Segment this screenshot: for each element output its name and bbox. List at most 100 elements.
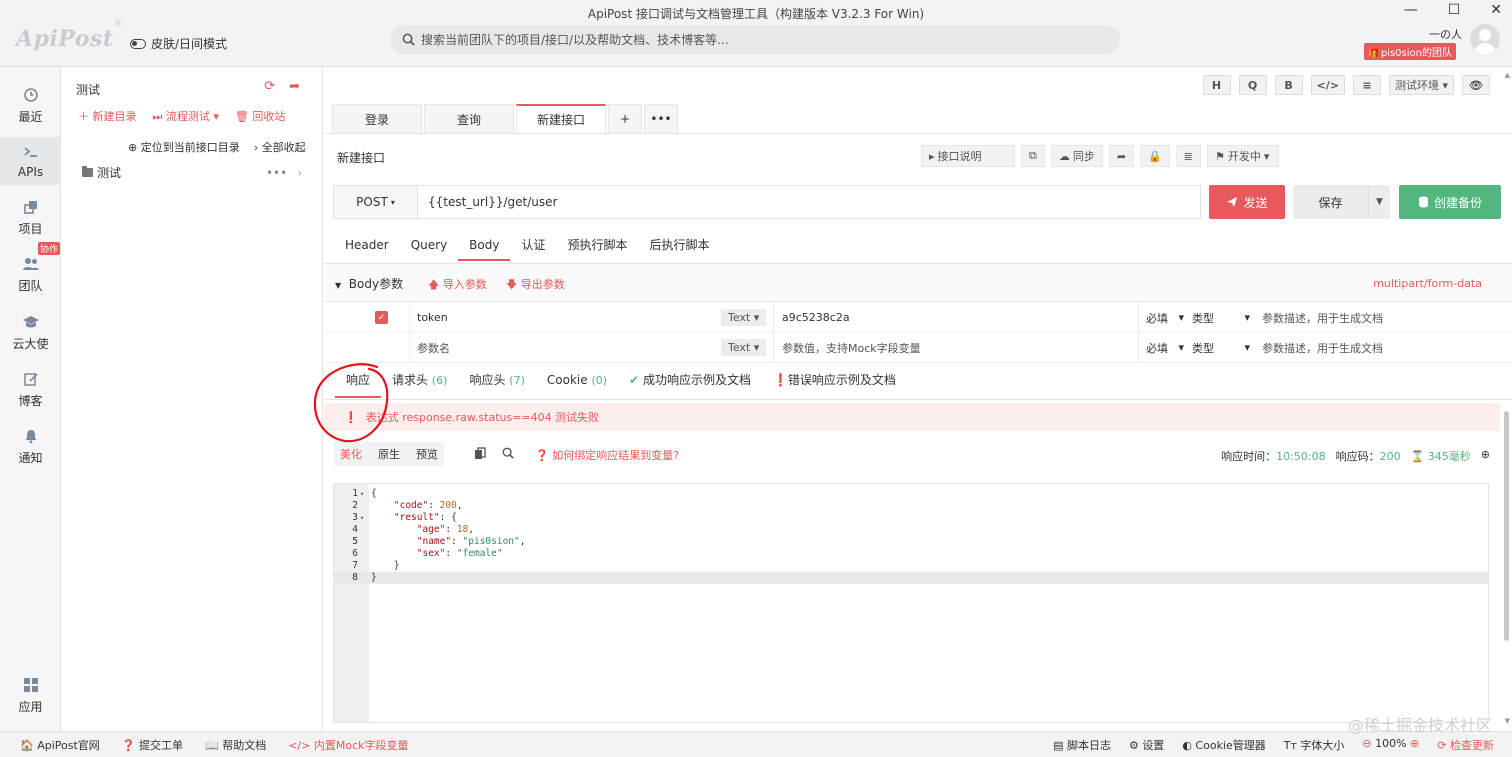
nav-team[interactable]: 协作 团队 [0, 242, 61, 294]
theme-toggle[interactable]: 皮肤/日间模式 [130, 35, 227, 52]
zoom-control[interactable]: ⊖ 100% ⊕ [1362, 737, 1419, 753]
nav-apis[interactable]: APIs [0, 137, 61, 185]
param-vtype-select[interactable]: 类型 ▾ [1192, 333, 1250, 362]
scroll-up-icon[interactable]: ▲ [1505, 71, 1510, 79]
header-tool-button[interactable]: H [1202, 75, 1231, 95]
import-params-button[interactable]: 🡅 导入参数 [428, 276, 487, 295]
cookie-manager-button[interactable]: ◐ Cookie管理器 [1182, 737, 1265, 753]
website-link[interactable]: 🏠 ApiPost官网 [20, 737, 100, 753]
param-vtype-select[interactable]: 类型 ▾ [1192, 303, 1250, 332]
new-dir-button[interactable]: ＋ 新建目录 [78, 108, 137, 124]
body-params-title[interactable]: ▼ Body参数 [335, 275, 403, 292]
more-tabs-button[interactable]: ••• [644, 104, 678, 133]
lock-icon[interactable]: 🔒 [1140, 145, 1170, 167]
nav-recent[interactable]: 最近 [0, 85, 61, 125]
settings-tool-button[interactable]: ≡ [1352, 75, 1381, 95]
view-pretty[interactable]: 美化 [340, 446, 362, 462]
param-key[interactable]: 参数名 [417, 333, 450, 362]
subtab-post-script[interactable]: 后执行脚本 [639, 229, 721, 261]
minimize-icon[interactable]: — [1404, 2, 1418, 18]
nav-projects[interactable]: 项目 [0, 197, 61, 237]
tab-success-example[interactable]: ✔ 成功响应示例及文档 [618, 364, 762, 398]
bind-variable-help-link[interactable]: ❓ 如何绑定响应结果到变量? [535, 447, 679, 463]
export-params-button[interactable]: 🡇 导出参数 [506, 276, 565, 295]
create-backup-button[interactable]: 创建备份 [1399, 185, 1501, 219]
save-dropdown-icon[interactable]: ▼ [1368, 185, 1390, 219]
chevron-right-icon[interactable]: › [297, 166, 302, 180]
tree-folder[interactable]: 测试 ••• › [82, 164, 302, 181]
team-badge[interactable]: 🎁pis0sion的团队 [1364, 43, 1456, 60]
param-required-select[interactable]: 必填 ▾ [1146, 303, 1184, 332]
close-icon[interactable]: ✕ [1490, 2, 1502, 18]
collapse-all-button[interactable]: › 全部收起 [254, 139, 306, 155]
search-input[interactable] [421, 32, 1081, 47]
download-icon[interactable]: ⊕ [1481, 448, 1490, 464]
scroll-down-icon[interactable]: ▼ [1505, 717, 1510, 725]
param-desc[interactable]: 参数描述，用于生成文档 [1262, 303, 1383, 332]
copy-icon[interactable]: ⧉ [1021, 145, 1045, 167]
tab-new-api[interactable]: 新建接口 [516, 104, 606, 133]
flow-test-button[interactable]: ⏭ 流程测试 ▾ [153, 108, 219, 124]
eye-icon[interactable]: 👁 [1462, 75, 1490, 95]
tab-query[interactable]: 查询 [424, 104, 514, 133]
param-value[interactable]: 参数值，支持Mock字段变量 [782, 333, 921, 362]
view-preview[interactable]: 预览 [416, 446, 438, 462]
avatar[interactable] [1470, 24, 1500, 54]
main-scrollbar[interactable]: ▲ ▼ [1502, 71, 1510, 727]
env-select[interactable]: 测试环境 ▾ [1388, 75, 1454, 95]
nav-ambassador[interactable]: 云大使 [0, 312, 61, 352]
tab-response[interactable]: 响应 [335, 364, 382, 398]
tab-cookie[interactable]: Cookie (0) [536, 364, 618, 398]
locate-button[interactable]: ⊕ 定位到当前接口目录 [128, 139, 240, 155]
param-checkbox[interactable]: ✓ [375, 311, 388, 324]
help-doc-link[interactable]: 📖 帮助文档 [205, 737, 266, 753]
font-size-control[interactable]: Tт 字体大小 [1284, 737, 1345, 753]
search-response-icon[interactable] [502, 447, 514, 459]
sync-button[interactable]: ☁ 同步 [1050, 145, 1103, 167]
tab-request-headers[interactable]: 请求头 (6) [381, 364, 458, 398]
body-tool-button[interactable]: B [1274, 75, 1303, 95]
check-update-button[interactable]: ⟳ 检查更新 [1437, 737, 1494, 753]
refresh-icon[interactable]: ⟳ [264, 79, 275, 94]
param-value[interactable]: a9c5238c2a [782, 303, 850, 332]
subtab-header[interactable]: Header [334, 229, 400, 261]
subtab-pre-script[interactable]: 预执行脚本 [556, 229, 638, 261]
user-area[interactable]: 一の人 🎁pis0sion的团队 [1350, 22, 1500, 62]
subtab-auth[interactable]: 认证 [510, 229, 556, 261]
share-api-icon[interactable]: ➦ [1108, 145, 1135, 167]
code-tool-button[interactable]: </> [1310, 75, 1345, 95]
global-search[interactable] [390, 25, 1120, 54]
subtab-body[interactable]: Body [458, 229, 511, 261]
response-editor[interactable]: 1 ▾{2 "code": 200, 3 ▾ "result": {4 "age": … [333, 483, 1489, 723]
settings-button[interactable]: ⚙ 设置 [1129, 737, 1164, 753]
script-log-button[interactable]: ▤ 脚本日志 [1053, 737, 1111, 753]
api-doc-button[interactable]: ▸ 接口说明 [921, 145, 1015, 167]
nav-blog[interactable]: 博客 [0, 369, 61, 409]
content-type-select[interactable]: multipart/form-data [1373, 277, 1482, 290]
mock-vars-link[interactable]: </> 内置Mock字段变量 [288, 737, 408, 753]
param-desc[interactable]: 参数描述，用于生成文档 [1262, 333, 1383, 362]
method-select[interactable]: POST ▾ [334, 186, 418, 218]
url-input[interactable] [418, 186, 1200, 218]
status-select[interactable]: ⚑ 开发中 ▾ [1207, 145, 1279, 167]
tab-response-headers[interactable]: 响应头 (7) [458, 364, 535, 398]
subtab-query[interactable]: Query [400, 229, 458, 261]
ticket-link[interactable]: ❓ 提交工单 [122, 737, 183, 753]
nav-notify[interactable]: 通知 [0, 426, 61, 466]
param-key[interactable]: token [417, 303, 448, 332]
tab-login[interactable]: 登录 [332, 104, 422, 133]
more-icon[interactable]: ••• [266, 166, 287, 180]
param-type-select[interactable]: Text ▾ [721, 339, 767, 356]
share-icon[interactable]: ➦ [289, 79, 300, 94]
send-button[interactable]: 发送 [1209, 185, 1285, 219]
add-tab-button[interactable]: + [608, 104, 642, 133]
tab-error-example[interactable]: ❗错误响应示例及文档 [762, 364, 907, 398]
nav-apps[interactable]: 应用 [0, 675, 61, 715]
param-type-select[interactable]: Text ▾ [721, 309, 767, 326]
scroll-thumb[interactable] [1504, 411, 1509, 641]
view-raw[interactable]: 原生 [378, 446, 400, 462]
recycle-button[interactable]: 🗑 回收站 [235, 108, 285, 124]
database-icon[interactable]: ≣ [1175, 145, 1201, 167]
maximize-icon[interactable]: ☐ [1448, 2, 1461, 18]
query-tool-button[interactable]: Q [1238, 75, 1267, 95]
